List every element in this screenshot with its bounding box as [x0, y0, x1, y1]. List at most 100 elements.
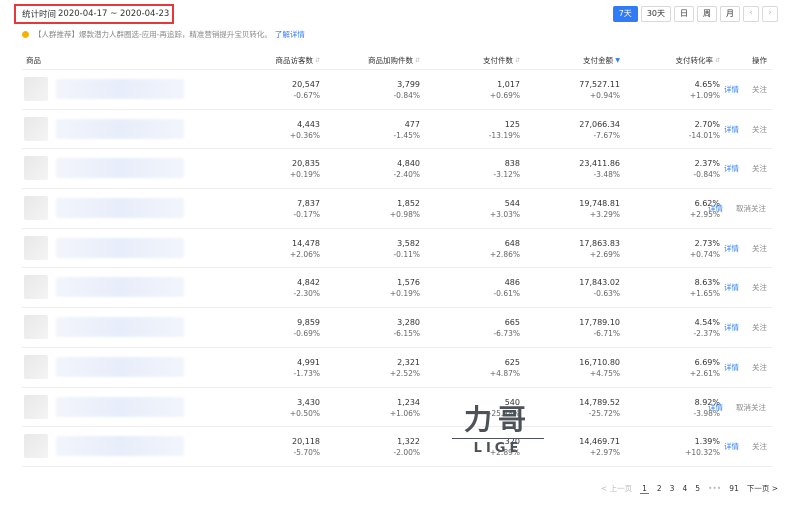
value: 625	[504, 357, 520, 367]
value: 77,527.11	[579, 80, 620, 89]
product-thumbnail[interactable]	[24, 434, 48, 459]
follow-link[interactable]: 关注	[752, 124, 767, 135]
product-title-blurred[interactable]	[56, 356, 184, 377]
product-thumbnail[interactable]	[24, 156, 48, 181]
detail-link[interactable]: 详情	[724, 124, 739, 135]
follow-link[interactable]: 关注	[752, 322, 767, 333]
change: -0.69%	[293, 329, 320, 339]
product-thumbnail[interactable]	[24, 77, 48, 101]
product-thumbnail[interactable]	[24, 315, 48, 340]
page-5[interactable]: 5	[695, 484, 700, 493]
watermark-text: 力哥	[463, 403, 532, 436]
change: +1.65%	[689, 289, 720, 299]
product-title-blurred[interactable]	[56, 79, 184, 99]
product-title-blurred[interactable]	[56, 277, 184, 298]
follow-link[interactable]: 关注	[752, 441, 767, 452]
cart-cell: 1,852 +0.98%	[340, 198, 420, 220]
detail-link[interactable]: 详情	[724, 163, 739, 174]
follow-link[interactable]: 关注	[752, 243, 767, 254]
change: +2.52%	[389, 368, 420, 378]
pay-amount-cell: 17,843.02 -0.63%	[540, 277, 620, 299]
range-day-button[interactable]: 日	[674, 6, 694, 22]
detail-link[interactable]: 详情	[724, 243, 739, 254]
range-week-button[interactable]: 周	[697, 6, 717, 22]
page-4[interactable]: 4	[682, 484, 687, 493]
product-thumbnail[interactable]	[24, 116, 48, 141]
col-cart[interactable]: 商品加购件数 ⇵	[340, 55, 420, 66]
change: -6.15%	[393, 329, 420, 339]
prev-page-button[interactable]: < 上一页	[601, 483, 632, 494]
page-1[interactable]: 1	[640, 484, 649, 494]
learn-more-link[interactable]: 了解详情	[275, 29, 305, 40]
follow-link[interactable]: 关注	[752, 282, 767, 293]
table-row: 14,478 +2.06% 3,582 -0.11% 648 +2.86% 17,863.8…	[22, 229, 772, 269]
change: +1.09%	[689, 91, 720, 100]
product-title-blurred[interactable]	[56, 158, 184, 179]
range-30d-button[interactable]: 30天	[640, 6, 671, 22]
range-7d-button[interactable]: 7天	[612, 6, 638, 22]
change: -0.63%	[593, 289, 620, 299]
conversion-cell: 4.65% +1.09%	[640, 79, 720, 101]
product-thumbnail[interactable]	[24, 235, 48, 260]
change: -1.45%	[393, 130, 420, 140]
value: 20,835	[292, 159, 320, 169]
cart-cell: 4,840 -2.40%	[340, 158, 420, 180]
product-title-blurred[interactable]	[56, 198, 184, 219]
product-thumbnail[interactable]	[24, 394, 48, 419]
conversion-cell: 8.63% +1.65%	[640, 277, 720, 299]
product-thumbnail[interactable]	[24, 196, 48, 221]
visitors-cell: 20,547 -0.67%	[240, 79, 320, 101]
cart-cell: 3,280 -6.15%	[340, 317, 420, 339]
detail-link[interactable]: 详情	[708, 203, 723, 214]
visitors-cell: 4,443 +0.36%	[240, 119, 320, 141]
detail-link[interactable]: 详情	[724, 441, 739, 452]
value: 17,843.02	[579, 278, 620, 288]
value: 665	[504, 318, 520, 328]
product-title-blurred[interactable]	[56, 396, 184, 417]
page-2[interactable]: 2	[657, 484, 662, 493]
change: -2.37%	[693, 329, 720, 339]
detail-link[interactable]: 详情	[724, 362, 739, 373]
value: 19,748.81	[579, 199, 620, 209]
change: -0.84%	[393, 91, 420, 100]
visitors-cell: 20,118 -5.70%	[240, 436, 320, 458]
change: -3.12%	[493, 170, 520, 180]
product-thumbnail[interactable]	[24, 275, 48, 300]
sort-icon: ⇵	[315, 57, 321, 64]
change: -3.48%	[593, 170, 620, 180]
change: -0.11%	[393, 249, 420, 259]
value: 544	[504, 199, 520, 209]
product-title-blurred[interactable]	[56, 317, 184, 338]
value: 17,863.83	[579, 238, 620, 248]
value: 9,859	[297, 318, 320, 328]
chevron-left-icon[interactable]: ‹	[743, 6, 759, 22]
product-title-blurred[interactable]	[56, 237, 184, 258]
cart-cell: 1,576 +0.19%	[340, 277, 420, 299]
page-3[interactable]: 3	[670, 484, 675, 493]
value: 2.73%	[694, 238, 720, 248]
chevron-right-icon[interactable]: ›	[762, 6, 778, 22]
follow-link[interactable]: 关注	[752, 163, 767, 174]
follow-link[interactable]: 取消关注	[736, 402, 766, 413]
col-pay-items[interactable]: 支付件数 ⇵	[440, 55, 520, 66]
product-title-blurred[interactable]	[56, 118, 184, 139]
pagination: < 上一页 1 2 3 4 5 ••• 91 下一页 >	[601, 483, 778, 494]
product-title-blurred[interactable]	[56, 436, 184, 457]
table-row: 20,118 -5.70% 1,322 -2.00% 320 +2.89% 14,469.7…	[22, 427, 772, 467]
next-page-button[interactable]: 下一页 >	[747, 483, 778, 494]
detail-link[interactable]: 详情	[724, 84, 739, 95]
product-thumbnail[interactable]	[24, 354, 48, 379]
detail-link[interactable]: 详情	[708, 402, 723, 413]
col-conversion[interactable]: 支付转化率 ⇵	[640, 55, 721, 66]
range-month-button[interactable]: 月	[720, 6, 740, 22]
page-last[interactable]: 91	[729, 484, 739, 493]
detail-link[interactable]: 详情	[724, 282, 739, 293]
follow-link[interactable]: 取消关注	[736, 203, 766, 214]
follow-link[interactable]: 关注	[752, 84, 767, 95]
col-pay-amount[interactable]: 支付金额 ▼	[540, 55, 620, 66]
detail-link[interactable]: 详情	[724, 322, 739, 333]
follow-link[interactable]: 关注	[752, 362, 767, 373]
change: -0.61%	[493, 289, 520, 299]
col-visitors[interactable]: 商品访客数 ⇵	[240, 55, 321, 66]
value: 14,478	[292, 238, 320, 248]
